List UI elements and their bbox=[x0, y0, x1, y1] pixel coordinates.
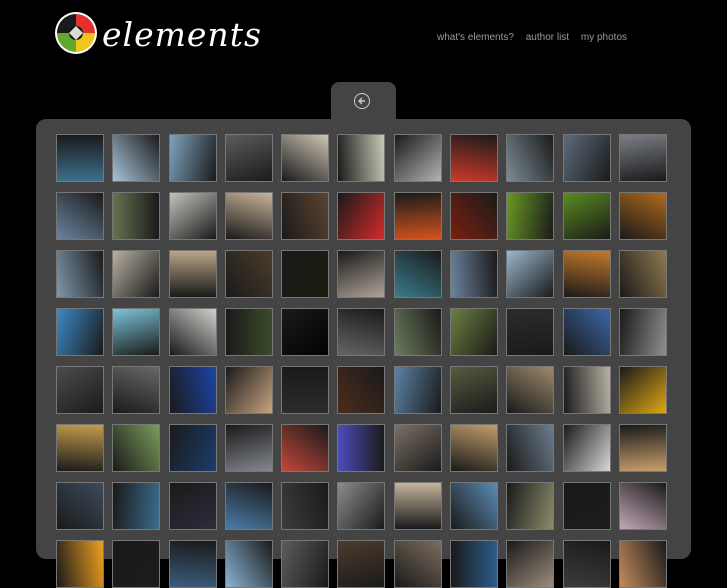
photo-thumbnail[interactable] bbox=[56, 308, 104, 356]
photo-thumbnail[interactable] bbox=[393, 308, 442, 356]
logo[interactable]: elements bbox=[54, 11, 279, 57]
photo-thumbnail[interactable] bbox=[506, 424, 555, 472]
photo-thumbnail[interactable] bbox=[112, 482, 161, 530]
photo-thumbnail[interactable] bbox=[562, 424, 611, 472]
photo-thumbnail[interactable] bbox=[562, 192, 611, 240]
photo-thumbnail[interactable] bbox=[393, 250, 442, 298]
photo-thumbnail[interactable] bbox=[112, 134, 161, 182]
photo-thumbnail[interactable] bbox=[337, 308, 386, 356]
photo-thumbnail[interactable] bbox=[562, 250, 611, 298]
photo-thumbnail[interactable] bbox=[618, 482, 667, 530]
photo-thumbnail[interactable] bbox=[281, 482, 330, 530]
photo-thumbnail[interactable] bbox=[168, 424, 217, 472]
photo-thumbnail[interactable] bbox=[506, 250, 555, 298]
photo-thumbnail[interactable] bbox=[393, 540, 442, 588]
photo-thumbnail[interactable] bbox=[618, 192, 667, 240]
photo-thumbnail[interactable] bbox=[506, 482, 555, 530]
photo-thumbnail[interactable] bbox=[562, 540, 611, 588]
photo-thumbnail[interactable] bbox=[393, 482, 442, 530]
photo-thumbnail[interactable] bbox=[168, 192, 217, 240]
photo-thumbnail[interactable] bbox=[281, 424, 330, 472]
photo-thumbnail[interactable] bbox=[618, 308, 667, 356]
photo-thumbnail[interactable] bbox=[618, 134, 667, 182]
photo-thumbnail[interactable] bbox=[56, 192, 104, 240]
photo-thumbnail[interactable] bbox=[112, 250, 161, 298]
photo-thumbnail[interactable] bbox=[562, 308, 611, 356]
photo-thumbnail[interactable] bbox=[56, 134, 104, 182]
photo-thumbnail[interactable] bbox=[56, 540, 104, 588]
photo-thumbnail[interactable] bbox=[168, 308, 217, 356]
photo-thumbnail[interactable] bbox=[450, 134, 499, 182]
photo-thumbnail[interactable] bbox=[337, 134, 386, 182]
photo-thumbnail[interactable] bbox=[168, 482, 217, 530]
photo-thumbnail[interactable] bbox=[562, 134, 611, 182]
photo-thumbnail[interactable] bbox=[618, 366, 667, 414]
photo-thumbnail[interactable] bbox=[506, 308, 555, 356]
photo-thumbnail[interactable] bbox=[450, 540, 499, 588]
photo-thumbnail[interactable] bbox=[112, 540, 161, 588]
photo-thumbnail[interactable] bbox=[56, 366, 104, 414]
top-nav: what's elements? author list my photos bbox=[437, 32, 636, 43]
photo-thumbnail[interactable] bbox=[56, 250, 104, 298]
photo-thumbnail[interactable] bbox=[168, 540, 217, 588]
photo-thumbnail[interactable] bbox=[337, 250, 386, 298]
photo-thumbnail[interactable] bbox=[281, 366, 330, 414]
aperture-icon bbox=[55, 12, 97, 54]
photo-thumbnail[interactable] bbox=[618, 250, 667, 298]
photo-thumbnail[interactable] bbox=[618, 424, 667, 472]
nav-my-photos[interactable]: my photos bbox=[581, 32, 627, 43]
photo-panel bbox=[36, 119, 691, 588]
photo-thumbnail[interactable] bbox=[450, 366, 499, 414]
photo-thumbnail[interactable] bbox=[618, 540, 667, 588]
photo-thumbnail[interactable] bbox=[506, 540, 555, 588]
photo-thumbnail[interactable] bbox=[393, 134, 442, 182]
photo-thumbnail[interactable] bbox=[112, 192, 161, 240]
photo-thumbnail[interactable] bbox=[112, 308, 161, 356]
photo-thumbnail[interactable] bbox=[112, 366, 161, 414]
photo-thumbnail[interactable] bbox=[224, 482, 273, 530]
photo-thumbnail[interactable] bbox=[168, 366, 217, 414]
photo-thumbnail[interactable] bbox=[393, 424, 442, 472]
photo-thumbnail[interactable] bbox=[450, 308, 499, 356]
photo-thumbnail[interactable] bbox=[224, 192, 273, 240]
back-arrow-icon[interactable] bbox=[354, 93, 370, 109]
photo-thumbnail[interactable] bbox=[224, 424, 273, 472]
photo-thumbnail[interactable] bbox=[450, 482, 499, 530]
photo-thumbnail[interactable] bbox=[506, 192, 555, 240]
photo-thumbnail[interactable] bbox=[168, 134, 217, 182]
photo-thumbnail[interactable] bbox=[337, 366, 386, 414]
nav-author-list[interactable]: author list bbox=[526, 32, 569, 43]
photo-thumbnail[interactable] bbox=[337, 424, 386, 472]
nav-whats-elements[interactable]: what's elements? bbox=[437, 32, 514, 43]
photo-thumbnail[interactable] bbox=[224, 250, 273, 298]
photo-thumbnail[interactable] bbox=[224, 366, 273, 414]
photo-grid bbox=[56, 134, 674, 588]
photo-thumbnail[interactable] bbox=[450, 192, 499, 240]
photo-thumbnail[interactable] bbox=[337, 482, 386, 530]
photo-thumbnail[interactable] bbox=[56, 482, 104, 530]
photo-thumbnail[interactable] bbox=[56, 424, 104, 472]
photo-thumbnail[interactable] bbox=[337, 192, 386, 240]
photo-thumbnail[interactable] bbox=[393, 192, 442, 240]
photo-thumbnail[interactable] bbox=[562, 366, 611, 414]
photo-thumbnail[interactable] bbox=[281, 250, 330, 298]
photo-thumbnail[interactable] bbox=[224, 308, 273, 356]
photo-thumbnail[interactable] bbox=[450, 250, 499, 298]
photo-thumbnail[interactable] bbox=[281, 134, 330, 182]
photo-thumbnail[interactable] bbox=[393, 366, 442, 414]
photo-thumbnail[interactable] bbox=[506, 134, 555, 182]
photo-thumbnail[interactable] bbox=[281, 308, 330, 356]
photo-thumbnail[interactable] bbox=[281, 540, 330, 588]
photo-thumbnail[interactable] bbox=[337, 540, 386, 588]
photo-thumbnail[interactable] bbox=[168, 250, 217, 298]
photo-thumbnail[interactable] bbox=[224, 540, 273, 588]
photo-thumbnail[interactable] bbox=[112, 424, 161, 472]
photo-thumbnail[interactable] bbox=[224, 134, 273, 182]
photo-thumbnail[interactable] bbox=[562, 482, 611, 530]
logo-text: elements bbox=[102, 15, 262, 54]
photo-thumbnail[interactable] bbox=[281, 192, 330, 240]
photo-thumbnail[interactable] bbox=[450, 424, 499, 472]
photo-thumbnail[interactable] bbox=[506, 366, 555, 414]
